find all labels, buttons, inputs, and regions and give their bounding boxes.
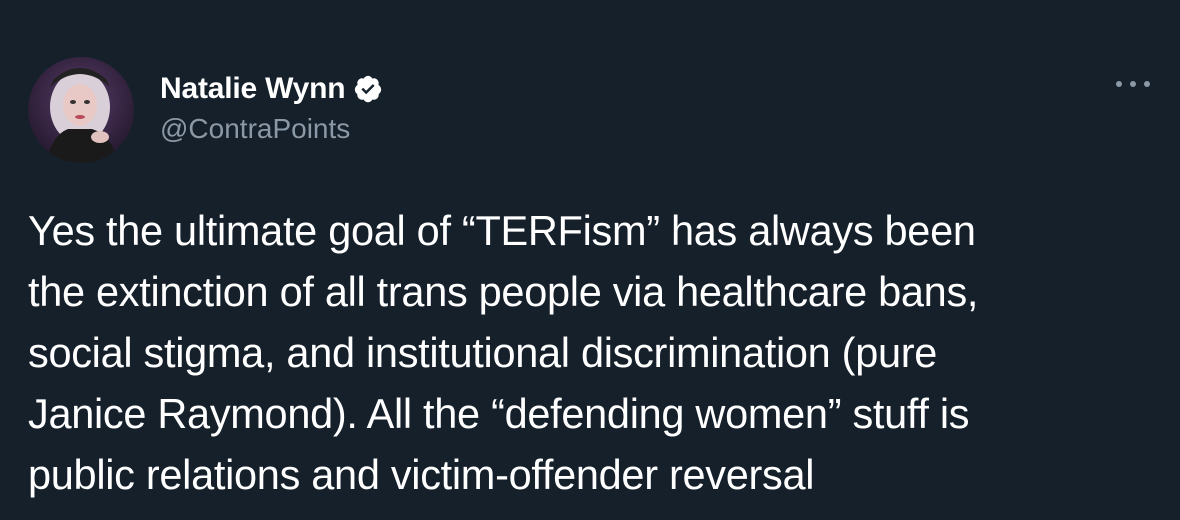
name-row: Natalie Wynn (160, 69, 383, 109)
tweet-text-line: social stigma, and institutional discrim… (28, 329, 938, 376)
dot (1144, 81, 1150, 87)
tweet-text-line: the extinction of all trans people via h… (28, 268, 979, 315)
tweet-text: Yes the ultimate goal of “TERFism” has a… (28, 200, 1158, 505)
tweet-card: Natalie Wynn @ContraPoints Yes the ultim… (0, 0, 1180, 520)
tweet-text-line: Yes the ultimate goal of “TERFism” has a… (28, 207, 976, 254)
display-name[interactable]: Natalie Wynn (160, 72, 346, 106)
author-names: Natalie Wynn @ContraPoints (160, 69, 383, 145)
more-options-icon[interactable] (1116, 74, 1150, 94)
dot (1130, 81, 1136, 87)
user-handle[interactable]: @ContraPoints (160, 113, 383, 145)
profile-photo (28, 57, 134, 163)
tweet-text-line: Janice Raymond). All the “defending wome… (28, 390, 970, 437)
verified-badge-icon (353, 74, 383, 104)
tweet-text-line: public relations and victim-offender rev… (28, 451, 815, 498)
dot (1116, 81, 1122, 87)
tweet-header: Natalie Wynn @ContraPoints (28, 56, 383, 164)
avatar[interactable] (28, 57, 134, 163)
